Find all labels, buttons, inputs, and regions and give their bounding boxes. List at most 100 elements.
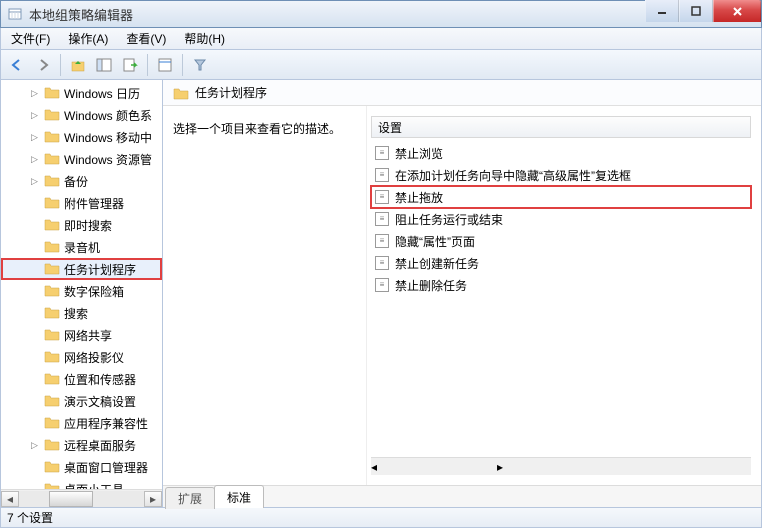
app-icon [7,7,23,21]
folder-icon [44,327,60,344]
close-button[interactable] [713,0,761,22]
tab-strip: 扩展 标准 [163,485,761,507]
tree-item[interactable]: 即时搜索 [1,214,162,236]
tree-item[interactable]: 录音机 [1,236,162,258]
tree-item[interactable]: 网络共享 [1,324,162,346]
tree-item-label: 数字保险箱 [64,283,124,300]
maximize-button[interactable] [679,0,713,22]
tree-item[interactable]: 数字保险箱 [1,280,162,302]
setting-label: 禁止删除任务 [395,277,467,294]
setting-item[interactable]: ≡禁止删除任务 [371,274,751,296]
scroll-left-icon[interactable]: ◂ [371,460,377,474]
tree-item-label: 附件管理器 [64,195,124,212]
leaf-icon [29,352,40,363]
minimize-button[interactable] [645,0,679,22]
tree-item-label: 桌面窗口管理器 [64,459,148,476]
tree-hscrollbar[interactable]: ◂ ▸ [1,489,162,507]
status-text: 7 个设置 [7,509,53,526]
leaf-icon [29,330,40,341]
export-list-button[interactable] [118,53,142,77]
show-hide-tree-button[interactable] [92,53,116,77]
tree-item[interactable]: ▷ Windows 颜色系 [1,104,162,126]
scroll-right-icon[interactable]: ▸ [144,491,162,507]
tree-item[interactable]: 桌面小工具 [1,478,162,489]
expand-icon[interactable]: ▷ [29,132,40,143]
tree-item-label: 桌面小工具 [64,481,124,490]
menu-file[interactable]: 文件(F) [7,28,54,49]
setting-label: 禁止浏览 [395,145,443,162]
scroll-right-icon[interactable]: ▸ [497,460,503,474]
expand-icon[interactable]: ▷ [29,154,40,165]
scroll-left-icon[interactable]: ◂ [1,491,19,507]
expand-icon[interactable]: ▷ [29,176,40,187]
content-hscrollbar[interactable]: ◂ ▸ [371,457,751,475]
tree-item[interactable]: ▷Windows 移动中 [1,126,162,148]
back-button[interactable] [5,53,29,77]
tree-item[interactable]: 应用程序兼容性 [1,412,162,434]
tree-item-label: Windows 颜色系 [64,107,152,124]
settings-list: ≡禁止浏览≡在添加计划任务向导中隐藏“高级属性”复选框≡禁止拖放≡阻止任务运行或… [371,142,751,296]
tree-item[interactable]: 位置和传感器 [1,368,162,390]
title-bar: 本地组策略编辑器 [0,0,762,28]
tree-item[interactable]: ▷ 远程桌面服务 [1,434,162,456]
setting-item[interactable]: ≡ 隐藏“属性”页面 [371,230,751,252]
settings-header[interactable]: 设置 [371,116,751,138]
content-title: 任务计划程序 [195,84,267,101]
folder-icon [44,283,60,300]
tree-item-label: 网络共享 [64,327,112,344]
expand-icon[interactable]: ▷ [29,88,40,99]
properties-button[interactable] [153,53,177,77]
tree-item-label: 远程桌面服务 [64,437,136,454]
scroll-thumb[interactable] [49,491,93,507]
menu-view[interactable]: 查看(V) [122,28,170,49]
tree-item[interactable]: 演示文稿设置 [1,390,162,412]
up-button[interactable] [66,53,90,77]
nav-tree[interactable]: ▷Windows 日历▷Windows 颜色系▷Windows 移动中▷Wind… [1,80,162,489]
tree-item[interactable]: 任务计划程序 [1,258,162,280]
folder-icon [44,481,60,490]
window-title: 本地组策略编辑器 [29,5,133,24]
tree-item-label: 位置和传感器 [64,371,136,388]
setting-label: 隐藏“属性”页面 [395,233,475,250]
tree-item[interactable]: 搜索 [1,302,162,324]
content-body: 选择一个项目来查看它的描述。 设置 ≡禁止浏览≡在添加计划任务向导中隐藏“高级属… [163,106,761,485]
expand-icon[interactable]: ▷ [29,110,40,121]
setting-label: 在添加计划任务向导中隐藏“高级属性”复选框 [395,167,631,184]
tab-standard[interactable]: 标准 [214,485,264,508]
forward-button[interactable] [31,53,55,77]
content-panel: 任务计划程序 选择一个项目来查看它的描述。 设置 ≡禁止浏览≡在添加计划任务向导… [163,80,761,507]
folder-icon [44,349,60,366]
setting-item[interactable]: ≡禁止拖放 [371,186,751,208]
folder-icon [44,217,60,234]
policy-icon: ≡ [375,190,389,204]
policy-icon: ≡ [375,212,389,226]
setting-item[interactable]: ≡阻止任务运行或结束 [371,208,751,230]
leaf-icon [29,198,40,209]
menu-action[interactable]: 操作(A) [64,28,112,49]
tree-item[interactable]: 桌面窗口管理器 [1,456,162,478]
setting-item[interactable]: ≡ 在添加计划任务向导中隐藏“高级属性”复选框 [371,164,751,186]
tree-item[interactable]: ▷Windows 日历 [1,82,162,104]
filter-button[interactable] [188,53,212,77]
tree-item[interactable]: 附件管理器 [1,192,162,214]
menu-help[interactable]: 帮助(H) [180,28,229,49]
description-prompt: 选择一个项目来查看它的描述。 [173,122,341,136]
leaf-icon [29,418,40,429]
setting-label: 禁止创建新任务 [395,255,479,272]
folder-icon [44,261,60,278]
tree-item[interactable]: ▷备份 [1,170,162,192]
window-controls [645,1,761,27]
leaf-icon [29,220,40,231]
tree-item[interactable]: 网络投影仪 [1,346,162,368]
folder-icon [44,305,60,322]
settings-column: 设置 ≡禁止浏览≡在添加计划任务向导中隐藏“高级属性”复选框≡禁止拖放≡阻止任务… [367,106,761,485]
expand-icon[interactable]: ▷ [29,440,40,451]
policy-icon: ≡ [375,168,389,182]
setting-item[interactable]: ≡禁止创建新任务 [371,252,751,274]
policy-icon: ≡ [375,234,389,248]
tab-extended[interactable]: 扩展 [165,487,215,509]
tree-item[interactable]: ▷Windows 资源管 [1,148,162,170]
leaf-icon [29,242,40,253]
setting-item[interactable]: ≡禁止浏览 [371,142,751,164]
leaf-icon [29,462,40,473]
